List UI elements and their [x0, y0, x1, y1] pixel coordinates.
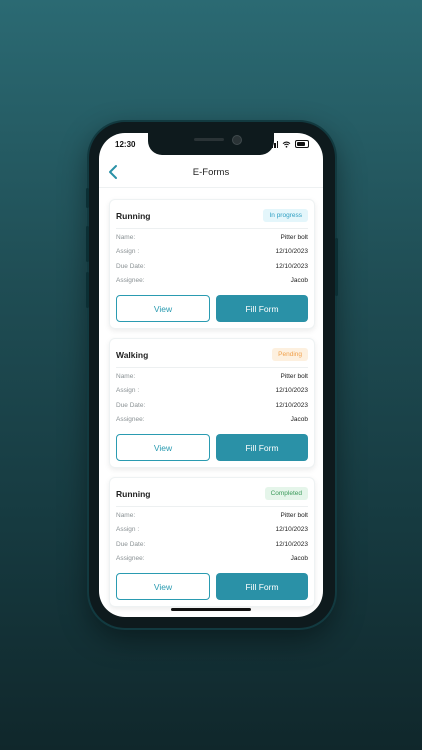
assign-label: Assign :: [116, 248, 140, 255]
row-assignee: Assignee: Jacob: [116, 416, 308, 426]
wifi-icon: [282, 141, 291, 148]
battery-icon: [295, 140, 309, 148]
assign-value: 12/10/2023: [275, 248, 308, 255]
row-name: Name: Pitter bolt: [116, 234, 308, 244]
due-date-value: 12/10/2023: [275, 402, 308, 409]
row-due-date: Due Date: 12/10/2023: [116, 263, 308, 273]
form-card: Running Completed Name: Pitter bolt Assi…: [109, 477, 315, 607]
header-divider: [99, 187, 323, 188]
row-assign: Assign : 12/10/2023: [116, 387, 308, 397]
row-name: Name: Pitter bolt: [116, 512, 308, 522]
mute-switch: [86, 188, 89, 208]
card-actions: View Fill Form: [116, 573, 308, 600]
card-header: Walking Pending: [116, 348, 308, 362]
notch: [148, 133, 274, 155]
card-title: Walking: [116, 350, 149, 360]
power-button: [335, 238, 338, 296]
row-assign: Assign : 12/10/2023: [116, 248, 308, 258]
due-date-label: Due Date:: [116, 402, 146, 409]
volume-up-button: [86, 226, 89, 262]
form-card: Running In progress Name: Pitter bolt As…: [109, 199, 315, 329]
form-list: Running In progress Name: Pitter bolt As…: [109, 199, 315, 616]
due-date-label: Due Date:: [116, 541, 146, 548]
name-value: Pitter bolt: [280, 512, 308, 519]
card-title: Running: [116, 489, 151, 499]
row-due-date: Due Date: 12/10/2023: [116, 541, 308, 551]
due-date-value: 12/10/2023: [275, 541, 308, 548]
view-button[interactable]: View: [116, 573, 210, 600]
camera: [232, 135, 242, 145]
row-due-date: Due Date: 12/10/2023: [116, 402, 308, 412]
row-assignee: Assignee: Jacob: [116, 555, 308, 565]
view-button[interactable]: View: [116, 434, 210, 461]
status-badge: In progress: [263, 209, 308, 222]
card-title: Running: [116, 211, 151, 221]
assignee-label: Assignee:: [116, 277, 145, 284]
assignee-value: Jacob: [290, 555, 308, 562]
header: E-Forms: [99, 161, 323, 185]
status-time: 12:30: [115, 140, 136, 149]
status-badge: Pending: [272, 348, 308, 361]
name-label: Name:: [116, 373, 136, 380]
form-card: Walking Pending Name: Pitter bolt Assign…: [109, 338, 315, 468]
assignee-value: Jacob: [290, 277, 308, 284]
card-header: Running In progress: [116, 209, 308, 223]
card-divider: [116, 228, 308, 229]
card-divider: [116, 506, 308, 507]
status-icons: [269, 140, 309, 148]
fill-form-button[interactable]: Fill Form: [216, 295, 308, 322]
assignee-label: Assignee:: [116, 555, 145, 562]
name-value: Pitter bolt: [280, 373, 308, 380]
name-label: Name:: [116, 234, 136, 241]
card-actions: View Fill Form: [116, 295, 308, 322]
row-assignee: Assignee: Jacob: [116, 277, 308, 287]
fill-form-button[interactable]: Fill Form: [216, 434, 308, 461]
assignee-value: Jacob: [290, 416, 308, 423]
phone-frame: 12:30 E-Forms Running In progress Name: …: [86, 122, 338, 628]
name-value: Pitter bolt: [280, 234, 308, 241]
assignee-label: Assignee:: [116, 416, 145, 423]
due-date-value: 12/10/2023: [275, 263, 308, 270]
volume-down-button: [86, 272, 89, 308]
status-badge: Completed: [264, 487, 308, 500]
home-indicator[interactable]: [171, 608, 251, 611]
fill-form-button[interactable]: Fill Form: [216, 573, 308, 600]
screen: 12:30 E-Forms Running In progress Name: …: [99, 133, 323, 617]
due-date-label: Due Date:: [116, 263, 146, 270]
view-button[interactable]: View: [116, 295, 210, 322]
row-assign: Assign : 12/10/2023: [116, 526, 308, 536]
name-label: Name:: [116, 512, 136, 519]
page-title: E-Forms: [192, 167, 230, 178]
card-actions: View Fill Form: [116, 434, 308, 461]
card-divider: [116, 367, 308, 368]
row-name: Name: Pitter bolt: [116, 373, 308, 383]
card-header: Running Completed: [116, 487, 308, 501]
assign-label: Assign :: [116, 526, 140, 533]
speaker: [194, 138, 224, 141]
assign-label: Assign :: [116, 387, 140, 394]
assign-value: 12/10/2023: [275, 526, 308, 533]
assign-value: 12/10/2023: [275, 387, 308, 394]
